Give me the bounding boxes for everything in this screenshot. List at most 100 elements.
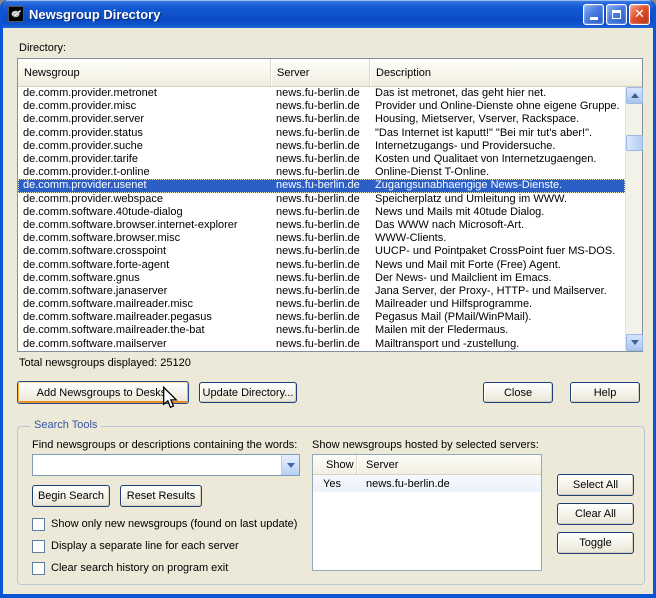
- table-cell: de.comm.provider.status: [18, 127, 271, 140]
- table-row[interactable]: de.comm.provider.statusnews.fu-berlin.de…: [18, 127, 625, 140]
- table-cell: Speicherplatz und Umleitung im WWW.: [370, 193, 625, 206]
- close-window-button[interactable]: ✕: [629, 4, 650, 25]
- vertical-scrollbar[interactable]: [625, 87, 642, 351]
- table-cell: de.comm.software.janaserver: [18, 285, 271, 298]
- search-tools-groupbox: Search Tools Find newsgroups or descript…: [17, 426, 645, 585]
- help-button[interactable]: Help: [570, 382, 640, 403]
- table-cell: Provider und Online-Dienste ohne eigene …: [370, 100, 625, 113]
- table-row[interactable]: de.comm.provider.suchenews.fu-berlin.deI…: [18, 140, 625, 153]
- table-row[interactable]: de.comm.software.mailreader.the-batnews.…: [18, 324, 625, 337]
- table-cell: news.fu-berlin.de: [271, 127, 370, 140]
- table-cell: de.comm.provider.misc: [18, 100, 271, 113]
- column-header-server[interactable]: Server: [271, 59, 370, 86]
- clear-all-button[interactable]: Clear All: [557, 503, 634, 525]
- checkbox-label: Display a separate line for each server: [51, 540, 239, 552]
- server-column-server[interactable]: Server: [357, 455, 541, 474]
- table-cell: de.comm.provider.tarife: [18, 153, 271, 166]
- table-row[interactable]: de.comm.software.janaservernews.fu-berli…: [18, 285, 625, 298]
- table-row[interactable]: de.comm.provider.t-onlinenews.fu-berlin.…: [18, 166, 625, 179]
- search-tools-title: Search Tools: [30, 419, 101, 431]
- checkbox-label: Clear search history on program exit: [51, 562, 228, 574]
- column-header-newsgroup[interactable]: Newsgroup: [18, 59, 271, 86]
- table-row[interactable]: de.comm.software.browser.miscnews.fu-ber…: [18, 232, 625, 245]
- minimize-button[interactable]: [583, 4, 604, 25]
- window-title: Newsgroup Directory: [29, 7, 583, 22]
- reset-results-button[interactable]: Reset Results: [120, 485, 202, 507]
- maximize-button[interactable]: [606, 4, 627, 25]
- update-directory-button[interactable]: Update Directory...: [199, 382, 297, 403]
- table-row[interactable]: de.comm.software.mailservernews.fu-berli…: [18, 338, 625, 351]
- table-row[interactable]: de.comm.software.gnusnews.fu-berlin.deDe…: [18, 272, 625, 285]
- table-cell: news.fu-berlin.de: [271, 298, 370, 311]
- table-cell: de.comm.software.gnus: [18, 272, 271, 285]
- table-cell: news.fu-berlin.de: [271, 219, 370, 232]
- table-row[interactable]: de.comm.software.browser.internet-explor…: [18, 219, 625, 232]
- table-row[interactable]: de.comm.provider.miscnews.fu-berlin.dePr…: [18, 100, 625, 113]
- search-words-value[interactable]: [33, 455, 281, 475]
- table-cell: de.comm.software.browser.internet-explor…: [18, 219, 271, 232]
- chevron-down-icon: [631, 340, 639, 345]
- table-row[interactable]: de.comm.provider.webspacenews.fu-berlin.…: [18, 193, 625, 206]
- table-cell: news.fu-berlin.de: [271, 311, 370, 324]
- table-header: Newsgroup Server Description: [18, 59, 642, 87]
- combo-dropdown-button[interactable]: [281, 455, 299, 475]
- table-cell: news.fu-berlin.de: [271, 179, 370, 192]
- table-cell: news.fu-berlin.de: [271, 259, 370, 272]
- table-cell: news.fu-berlin.de: [271, 153, 370, 166]
- table-cell: Zugangsunabhaengige News-Dienste.: [370, 179, 625, 192]
- table-cell: de.comm.software.browser.misc: [18, 232, 271, 245]
- app-icon: [8, 6, 24, 22]
- chevron-down-icon: [287, 463, 295, 468]
- server-row[interactable]: Yesnews.fu-berlin.de: [313, 475, 541, 492]
- checkbox-unchecked[interactable]: [32, 540, 45, 553]
- table-cell: Online-Dienst T-Online.: [370, 166, 625, 179]
- scroll-down-button[interactable]: [626, 334, 643, 351]
- add-newsgroups-button[interactable]: Add Newsgroups to Desks.: [17, 381, 189, 404]
- server-column-show[interactable]: Show: [313, 455, 357, 474]
- table-row[interactable]: de.comm.software.crosspointnews.fu-berli…: [18, 245, 625, 258]
- table-cell: news.fu-berlin.de: [271, 232, 370, 245]
- checkbox-unchecked[interactable]: [32, 518, 45, 531]
- chevron-up-icon: [631, 93, 639, 98]
- select-all-button[interactable]: Select All: [557, 474, 634, 496]
- scrollbar-thumb[interactable]: [626, 135, 643, 151]
- table-cell: Mailen mit der Fledermaus.: [370, 324, 625, 337]
- checkbox-unchecked[interactable]: [32, 562, 45, 575]
- begin-search-button[interactable]: Begin Search: [32, 485, 110, 507]
- close-icon: ✕: [634, 8, 645, 21]
- server-list: Show Server Yesnews.fu-berlin.de: [312, 454, 542, 571]
- table-cell: news.fu-berlin.de: [271, 113, 370, 126]
- table-cell: "Das Internet ist kaputt!" "Bei mir tut'…: [370, 127, 625, 140]
- table-cell: de.comm.software.mailreader.pegasus: [18, 311, 271, 324]
- table-cell: News und Mails mit 40tude Dialog.: [370, 206, 625, 219]
- table-row[interactable]: de.comm.software.forte-agentnews.fu-berl…: [18, 258, 625, 271]
- table-cell: news.fu-berlin.de: [271, 324, 370, 337]
- checkbox-row[interactable]: Clear search history on program exit: [32, 561, 297, 575]
- titlebar: Newsgroup Directory ✕: [0, 0, 656, 28]
- column-header-description[interactable]: Description: [370, 59, 642, 86]
- newsgroup-table: Newsgroup Server Description de.comm.pro…: [17, 58, 643, 352]
- table-cell: news.fu-berlin.de: [271, 140, 370, 153]
- search-words-combobox[interactable]: [32, 454, 300, 476]
- table-row[interactable]: de.comm.provider.tarifenews.fu-berlin.de…: [18, 153, 625, 166]
- checkbox-label: Show only new newsgroups (found on last …: [51, 518, 297, 530]
- table-cell: de.comm.provider.webspace: [18, 193, 271, 206]
- table-row[interactable]: de.comm.provider.servernews.fu-berlin.de…: [18, 113, 625, 126]
- table-row[interactable]: de.comm.software.mailreader.miscnews.fu-…: [18, 298, 625, 311]
- checkbox-row[interactable]: Display a separate line for each server: [32, 539, 297, 553]
- checkbox-row[interactable]: Show only new newsgroups (found on last …: [32, 517, 297, 531]
- table-cell: news.fu-berlin.de: [271, 272, 370, 285]
- table-cell: Jana Server, der Proxy-, HTTP- und Mails…: [370, 285, 625, 298]
- server-cell: Yes: [313, 478, 357, 490]
- table-cell: Kosten und Qualitaet von Internetzugaeng…: [370, 153, 625, 166]
- table-cell: de.comm.software.mailreader.the-bat: [18, 324, 271, 337]
- table-cell: de.comm.software.crosspoint: [18, 245, 271, 258]
- table-row[interactable]: de.comm.software.mailreader.pegasusnews.…: [18, 311, 625, 324]
- table-row[interactable]: de.comm.provider.metronetnews.fu-berlin.…: [18, 87, 625, 100]
- table-row[interactable]: de.comm.software.40tude-dialognews.fu-be…: [18, 206, 625, 219]
- close-button[interactable]: Close: [483, 382, 553, 403]
- table-cell: news.fu-berlin.de: [271, 193, 370, 206]
- toggle-button[interactable]: Toggle: [557, 532, 634, 554]
- table-row[interactable]: de.comm.provider.usenetnews.fu-berlin.de…: [18, 179, 625, 192]
- scroll-up-button[interactable]: [626, 87, 643, 104]
